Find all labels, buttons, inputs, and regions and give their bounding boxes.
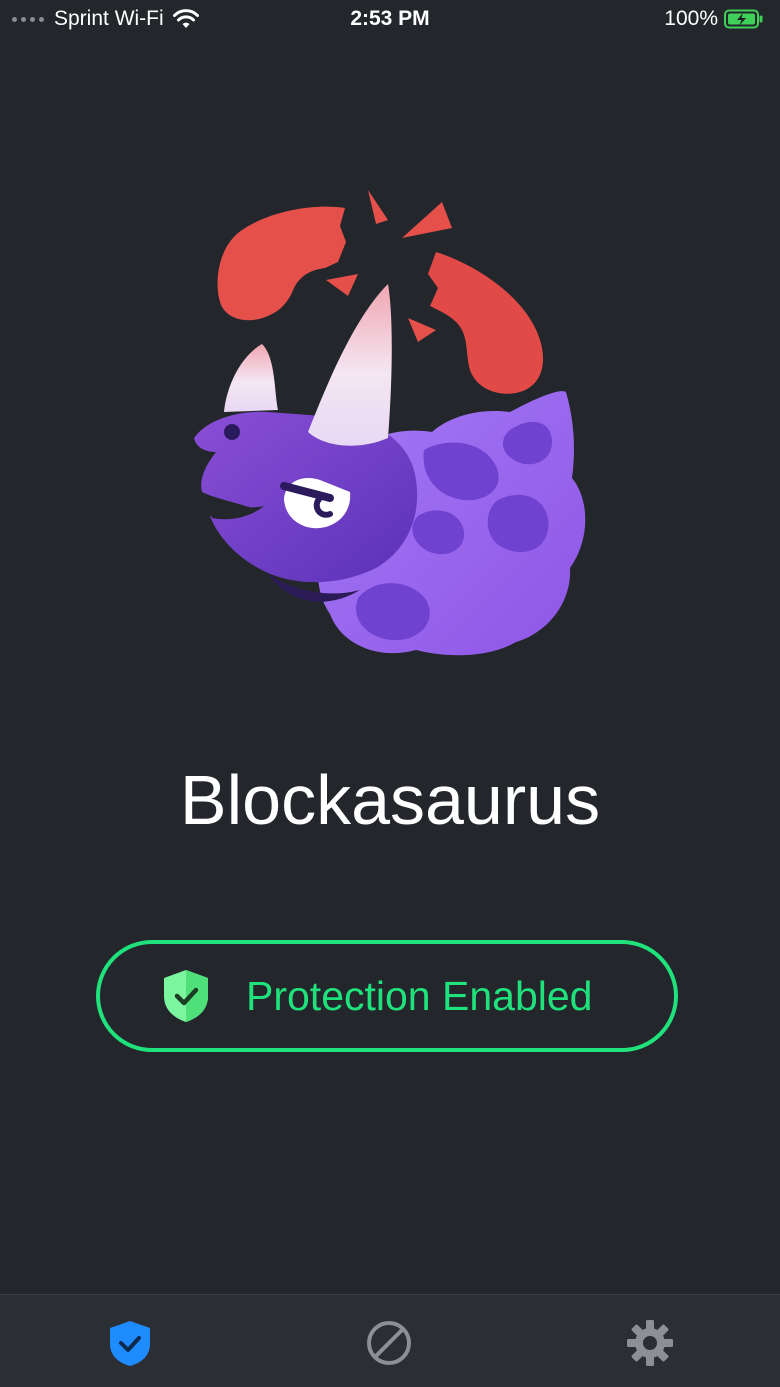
app-title: Blockasaurus (179, 761, 601, 839)
status-right: 100% (664, 7, 764, 31)
protection-status-button[interactable]: Protection Enabled (96, 940, 678, 1052)
tab-protection[interactable] (100, 1313, 160, 1373)
status-bar: Sprint Wi-Fi 2:53 PM 100% (0, 0, 780, 40)
gear-icon (627, 1320, 673, 1366)
blockasaurus-logo (194, 190, 586, 656)
battery-percentage: 100% (664, 7, 718, 30)
battery-charging-icon (724, 9, 763, 29)
tab-bar (0, 1294, 780, 1387)
status-time: 2:53 PM (350, 7, 430, 30)
screen: Sprint Wi-Fi 2:53 PM 100% Blockasaurus P… (0, 0, 780, 1387)
block-icon (367, 1321, 411, 1365)
tab-settings[interactable] (620, 1313, 680, 1373)
protection-status-label: Protection Enabled (246, 972, 593, 1019)
tab-blocklist[interactable] (359, 1313, 419, 1373)
shield-check-icon (164, 970, 208, 1022)
shield-check-icon (110, 1321, 150, 1366)
